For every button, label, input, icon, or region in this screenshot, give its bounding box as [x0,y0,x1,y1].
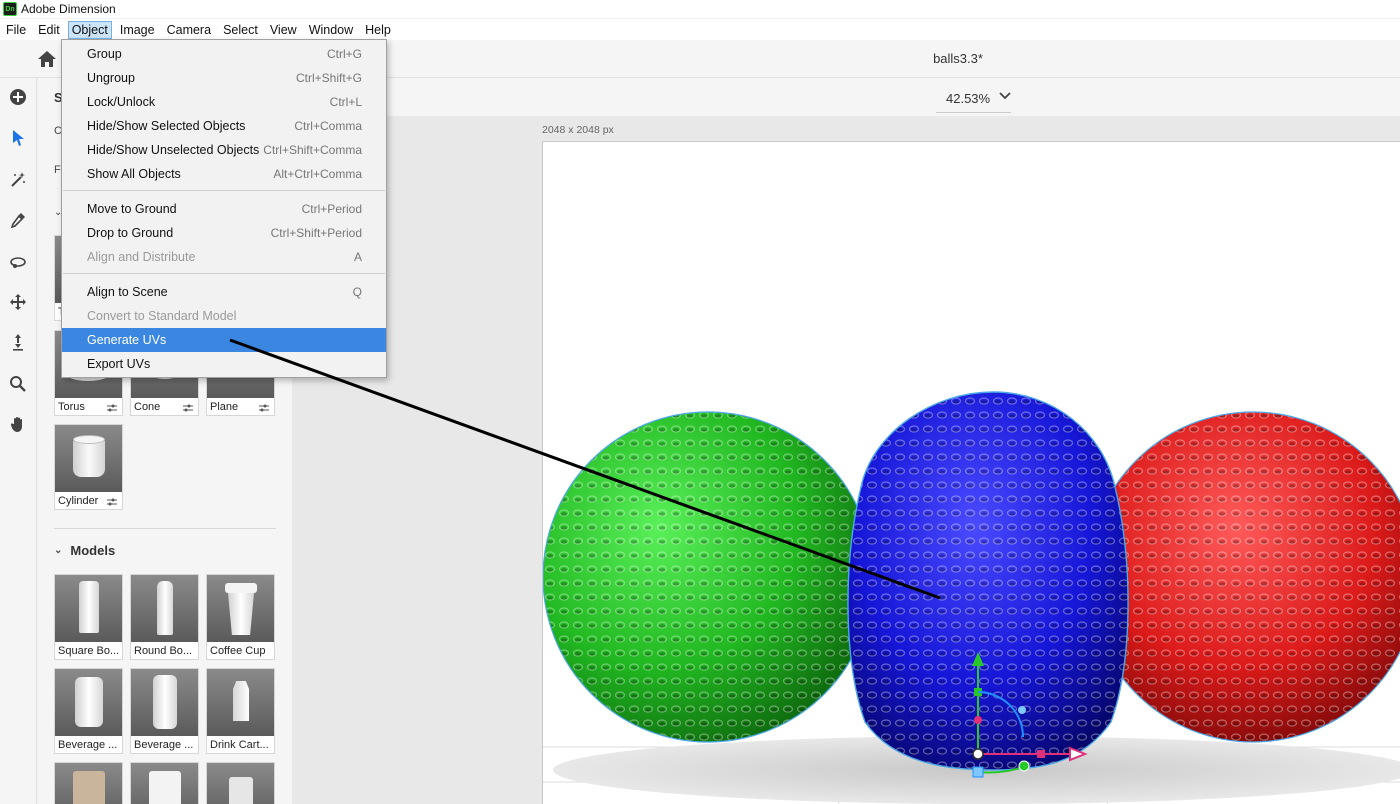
models-heading: Models [70,543,116,558]
model-tile[interactable]: Drink Cart... [206,668,275,754]
chevron-down-icon[interactable] [998,89,1012,103]
document-title: balls3.3* [933,51,983,66]
green-sphere[interactable] [543,411,874,743]
menu-item-hide-show-unselected[interactable]: Hide/Show Unselected Objects Ctrl+Shift+C… [62,138,386,162]
dolly-icon[interactable] [7,331,29,353]
app-title: Adobe Dimension [21,2,116,16]
menu-help[interactable]: Help [361,21,395,39]
zoom-underline [936,112,1011,113]
zoom-level[interactable]: 42.53% [946,91,990,106]
model-tile[interactable]: Square Bo... [54,574,123,660]
options-icon[interactable] [106,403,118,413]
menu-item-lock-unlock[interactable]: Lock/Unlock Ctrl+L [62,90,386,114]
app-window: Dn Adobe Dimension File Edit Object Imag… [0,0,1400,804]
menu-item-move-to-ground[interactable]: Move to Ground Ctrl+Period [62,197,386,221]
menu-object[interactable]: Object [67,20,112,39]
menu-item-convert-standard[interactable]: Convert to Standard Model [62,304,386,328]
menu-select[interactable]: Select [219,21,262,39]
menu-item-ungroup[interactable]: Ungroup Ctrl+Shift+G [62,66,386,90]
select-tool-icon[interactable] [7,127,29,149]
add-icon[interactable] [7,86,29,108]
menu-window[interactable]: Window [305,21,357,39]
shape-label: Plane [210,401,239,413]
menu-edit[interactable]: Edit [34,21,64,39]
scene-view [543,391,1400,804]
canvas-area: 2048 x 2048 px [292,78,1400,804]
model-label: Beverage ... [134,739,194,751]
model-label: Beverage ... [58,739,118,751]
shape-label: Cylinder [58,495,99,507]
canvas-dimensions: 2048 x 2048 px [542,124,614,136]
panel-text-fragment: F [54,164,61,176]
hand-icon[interactable] [7,413,29,435]
menu-item-align-to-scene[interactable]: Align to Scene Q [62,280,386,304]
options-icon[interactable] [182,403,194,413]
orbit-icon[interactable] [7,251,29,273]
move-icon[interactable] [7,291,29,313]
menu-item-show-all[interactable]: Show All Objects Alt+Ctrl+Comma [62,162,386,186]
menu-separator [63,273,385,274]
blue-sphere-selected[interactable] [847,391,1129,771]
model-label: Round Bo... [134,645,193,657]
menu-item-group[interactable]: Group Ctrl+G [62,42,386,66]
model-tile[interactable]: Round Bo... [130,574,199,660]
menu-item-drop-to-ground[interactable]: Drop to Ground Ctrl+Shift+Period [62,221,386,245]
app-logo-icon: Dn [3,2,17,16]
menu-separator [63,190,385,191]
shape-label: Cone [134,401,161,413]
models-section-header[interactable]: ⌄ Models [54,543,115,558]
options-icon[interactable] [106,497,118,507]
model-tile[interactable]: Beverage ... [54,668,123,754]
magic-wand-icon[interactable] [7,169,29,191]
model-label: Drink Cart... [210,739,269,751]
title-bar: Dn Adobe Dimension [0,0,1400,18]
menu-view[interactable]: View [266,21,301,39]
model-tile[interactable]: Beverage ... [130,668,199,754]
eyedropper-icon[interactable] [7,209,29,231]
zoom-icon[interactable] [7,373,29,395]
menu-item-align-distribute[interactable]: Align and Distribute A [62,245,386,269]
model-tile[interactable]: Coffee Cup [206,574,275,660]
menu-camera[interactable]: Camera [163,21,215,39]
tool-bar [0,78,37,804]
render-canvas[interactable] [542,141,1400,804]
menu-bar: File Edit Object Image Camera Select Vie… [0,19,1400,40]
shape-tile-cylinder[interactable]: Cylinder [54,424,123,510]
options-icon[interactable] [258,403,270,413]
menu-file[interactable]: File [2,21,30,39]
menu-item-export-uvs[interactable]: Export UVs [62,352,386,376]
red-sphere[interactable] [1087,411,1400,743]
model-label: Coffee Cup [210,645,266,657]
shape-label: Torus [58,401,85,413]
zoom-bar: 42.53% [292,78,1400,116]
model-tile[interactable] [130,762,199,804]
menu-image[interactable]: Image [116,21,159,39]
model-label: Square Bo... [58,645,120,657]
menu-item-generate-uvs[interactable]: Generate UVs [62,328,386,352]
divider [54,528,276,529]
menu-item-hide-show-selected[interactable]: Hide/Show Selected Objects Ctrl+Comma [62,114,386,138]
object-menu-dropdown: Group Ctrl+G Ungroup Ctrl+Shift+G Lock/Unl… [61,39,387,378]
model-tile[interactable] [206,762,275,804]
chevron-down-icon: ⌄ [54,545,63,556]
home-icon[interactable] [36,49,58,69]
model-tile[interactable] [54,762,123,804]
